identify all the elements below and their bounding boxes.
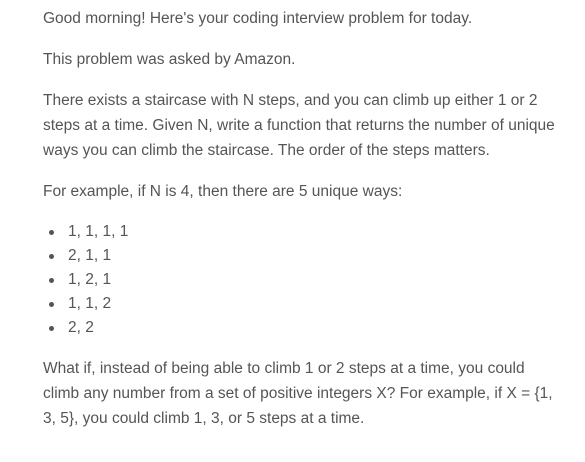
list-item: 1, 1, 1, 1 xyxy=(49,220,565,244)
source-text: This problem was asked by Amazon. xyxy=(43,51,296,68)
list-item: 2, 2 xyxy=(49,316,565,340)
list-item-text: 2, 1, 1 xyxy=(68,247,112,264)
bullet-icon xyxy=(49,230,54,235)
list-item-text: 2, 2 xyxy=(68,319,94,336)
greeting-text: Good morning! Here's your coding intervi… xyxy=(43,10,473,27)
list-item: 2, 1, 1 xyxy=(49,244,565,268)
list-item: 1, 2, 1 xyxy=(49,268,565,292)
problem-statement: There exists a staircase with N steps, a… xyxy=(43,92,555,159)
list-item-text: 1, 1, 1, 1 xyxy=(68,223,129,240)
bullet-icon xyxy=(49,254,54,259)
bullet-icon xyxy=(49,326,54,331)
bullet-icon xyxy=(49,302,54,307)
list-item: 1, 1, 2 xyxy=(49,292,565,316)
list-item-text: 1, 1, 2 xyxy=(68,295,112,312)
email-body: Good morning! Here's your coding intervi… xyxy=(0,0,585,462)
ways-list: 1, 1, 1, 1 2, 1, 1 1, 2, 1 1, 1, 2 2, 2 xyxy=(43,220,565,340)
example-intro: For example, if N is 4, then there are 5… xyxy=(43,183,403,200)
followup-text: What if, instead of being able to climb … xyxy=(43,360,553,427)
list-item-text: 1, 2, 1 xyxy=(68,271,112,288)
bullet-icon xyxy=(49,278,54,283)
